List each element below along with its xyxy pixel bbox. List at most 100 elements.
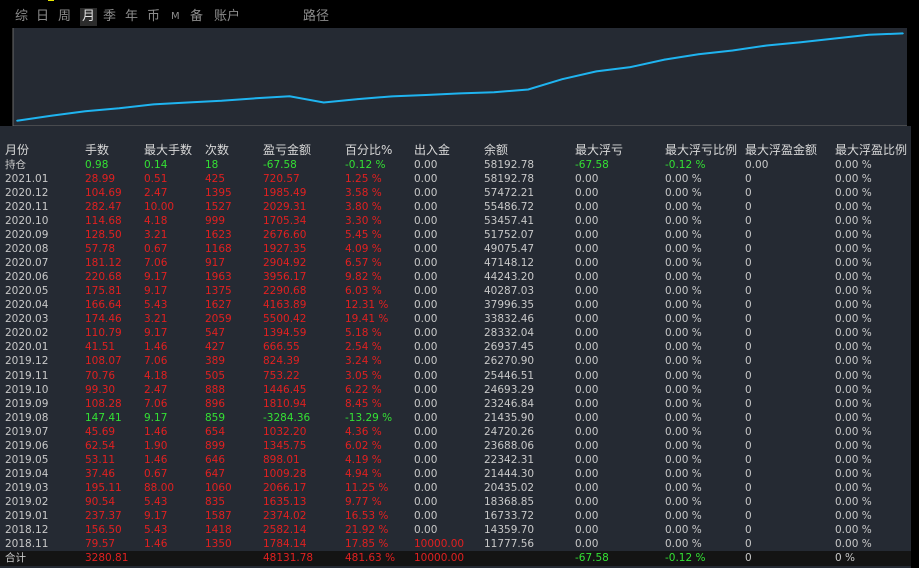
table-cell: 1627 (205, 299, 232, 312)
tab-9[interactable]: 账户 (214, 8, 240, 26)
tab-6[interactable]: 币 (147, 8, 160, 26)
table-cell: 0.00 % (835, 327, 872, 340)
table-cell: 21444.30 (484, 468, 535, 481)
table-cell: 1375 (205, 285, 232, 298)
equity-point-2019.10 (391, 95, 393, 98)
table-cell: 0.00 (414, 299, 438, 312)
table-cell: 0.00 % (665, 228, 702, 241)
table-cell: 5.43 (144, 524, 168, 537)
table-cell: 1810.94 (263, 397, 307, 410)
table-cell: 0.00 (414, 369, 438, 382)
table-cell: 859 (205, 411, 226, 424)
table-cell: 5.45 % (345, 228, 382, 241)
row-label: 2020.01 (5, 341, 49, 354)
table-row[interactable]: 2019.06 62.54 1.90 899 1345.75 6.02 % 0.00 2368… (0, 439, 911, 453)
table-cell: 0.00 (414, 327, 438, 340)
table-cell: 0.00 (414, 228, 438, 241)
table-row[interactable]: 2019.01 237.37 9.17 1587 2374.02 16.53 % 0.00 1… (0, 509, 911, 523)
tab-7[interactable]: M (171, 8, 180, 26)
table-cell: 0.00 (575, 453, 599, 466)
row-label: 持仓 (5, 158, 26, 171)
table-row[interactable]: 2019.04 37.46 0.67 647 1009.28 4.94 % 0.00 2144… (0, 467, 911, 481)
column-header: 月份 (5, 143, 30, 157)
table-cell: 0 (745, 355, 752, 368)
table-row[interactable]: 2019.10 99.30 2.47 888 1446.45 6.22 % 0.00 2469… (0, 383, 911, 397)
table-cell: 7.06 (144, 397, 168, 410)
table-row[interactable]: 2019.05 53.11 1.46 646 898.01 4.19 % 0.00 22342… (0, 453, 911, 467)
row-label: 2019.10 (5, 383, 49, 396)
table-cell: 0.00 % (665, 383, 702, 396)
table-row[interactable]: 2020.01 41.51 1.46 427 666.55 2.54 % 0.00 26937… (0, 340, 911, 354)
tab-4[interactable]: 季 (103, 8, 116, 26)
table-cell: 0.00 % (835, 397, 872, 410)
tab-1[interactable]: 日 (36, 8, 49, 26)
row-label: 2019.07 (5, 425, 49, 438)
table-cell: 1350 (205, 538, 232, 551)
table-row[interactable]: 2019.11 70.76 4.18 505 753.22 3.05 % 0.00 25446… (0, 369, 911, 383)
table-cell: 0.00 (414, 411, 438, 424)
table-cell: 0.00 % (665, 186, 702, 199)
equity-point-2020.06 (663, 58, 666, 61)
table-cell: 0 (745, 341, 752, 354)
column-header: 余额 (484, 143, 509, 157)
table-row[interactable]: 2019.07 45.69 1.46 654 1032.20 4.36 % 0.00 2472… (0, 425, 911, 439)
table-cell: 0.00 (575, 425, 599, 438)
table-cell: 0.00 % (665, 397, 702, 410)
table-cell: 166.64 (85, 299, 122, 312)
table-row[interactable]: 2020.06 220.68 9.17 1963 3956.17 9.82 % 0.00 44… (0, 270, 911, 284)
table-cell: 7.06 (144, 256, 168, 269)
table-cell: 0.00 (575, 242, 599, 255)
table-cell: 1587 (205, 510, 232, 523)
table-row[interactable]: 2020.10 114.68 4.18 999 1705.34 3.30 % 0.00 534… (0, 214, 911, 228)
table-cell: 0.14 (144, 158, 168, 171)
table-cell: 389 (205, 355, 226, 368)
tab-5[interactable]: 年 (125, 8, 138, 26)
table-cell: 0.00 (575, 468, 599, 481)
table-row[interactable]: 2020.05 175.81 9.17 1375 2290.68 6.03 % 0.00 40… (0, 284, 911, 298)
table-cell: 1032.20 (263, 425, 307, 438)
table-cell: 53.11 (85, 453, 116, 466)
table-cell: 48131.78 (263, 552, 314, 565)
table-cell: 128.50 (85, 228, 122, 241)
tab-3[interactable]: 月 (80, 8, 98, 26)
table-row[interactable]: 2019.02 90.54 5.43 835 1635.13 9.77 % 0.00 1836… (0, 495, 911, 509)
table-row[interactable]: 2018.11 79.57 1.46 1350 1784.14 17.85 % 10000.… (0, 537, 911, 551)
table-row[interactable]: 2019.03 195.11 88.00 1060 2066.17 11.25 % 0.00… (0, 481, 911, 495)
table-row[interactable]: 2020.03 174.46 3.21 2059 5500.42 19.41 % 0.00 3… (0, 312, 911, 326)
table-cell: 195.11 (85, 482, 122, 495)
table-row[interactable]: 2019.12 108.07 7.06 389 824.39 3.24 % 0.00 2627… (0, 354, 911, 368)
column-header: 最大浮亏比例 (665, 143, 738, 157)
table-row[interactable]: 2020.08 57.78 0.67 1168 1927.35 4.09 % 0.00 490… (0, 242, 911, 256)
tab-10[interactable]: 路径 (303, 8, 329, 26)
table-row[interactable]: 2020.02 110.79 9.17 547 1394.59 5.18 % 0.00 283… (0, 326, 911, 340)
table-row[interactable]: 2020.12 104.69 2.47 1395 1985.49 3.58 % 0.00 57… (0, 186, 911, 200)
table-cell: 1635.13 (263, 496, 307, 509)
table-row[interactable]: 2020.07 181.12 7.06 917 2904.92 6.57 % 0.00 471… (0, 256, 911, 270)
table-cell: 0.00 % (835, 256, 872, 269)
table-cell: 0.00 % (665, 242, 702, 255)
equity-point-2020.09 (765, 44, 768, 47)
equity-point-2020.05 (629, 66, 632, 68)
table-cell: 0 (745, 538, 752, 551)
table-cell: 0.00 % (665, 327, 702, 340)
equity-point-2020.01 (493, 91, 495, 93)
table-row[interactable]: 2021.01 28.99 0.51 425 720.57 1.25 % 0.00 58192… (0, 172, 911, 186)
tab-0[interactable]: 综 (15, 8, 28, 26)
tab-8[interactable]: 备 (190, 8, 203, 26)
tab-2[interactable]: 周 (58, 8, 71, 26)
table-cell: 4.94 % (345, 468, 382, 481)
table-cell: 99.30 (85, 383, 116, 396)
table-cell: 1784.14 (263, 538, 307, 551)
table-cell: 0 (745, 228, 752, 241)
table-cell: 51752.07 (484, 228, 535, 241)
table-row[interactable]: 2019.08 147.41 9.17 859 -3284.36 -13.29 % 0.00… (0, 411, 911, 425)
table-row[interactable]: 2018.12 156.50 5.43 1418 2582.14 21.92 % 0.00 1… (0, 523, 911, 537)
equity-point-2019.07 (288, 95, 291, 98)
table-row[interactable]: 2020.11 282.47 10.00 1527 2029.31 3.80 % 0.00 5… (0, 200, 911, 214)
table-cell: 110.79 (85, 327, 122, 340)
table-cell: 114.68 (85, 214, 122, 227)
table-row[interactable]: 2019.09 108.28 7.06 896 1810.94 8.45 % 0.00 232… (0, 397, 911, 411)
table-row[interactable]: 2020.09 128.50 3.21 1623 2676.60 5.45 % 0.00 51… (0, 228, 911, 242)
equity-point-2019.11 (425, 94, 427, 96)
table-row[interactable]: 2020.04 166.64 5.43 1627 4163.89 12.31 % 0.00 3… (0, 298, 911, 312)
